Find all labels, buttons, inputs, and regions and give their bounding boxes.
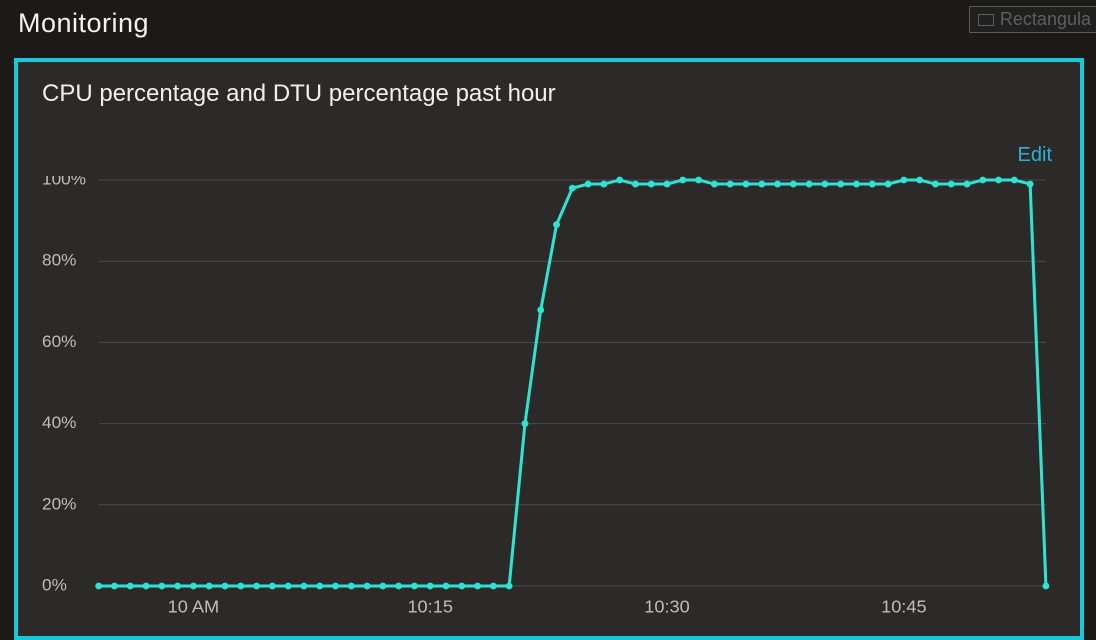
- data-point: [206, 583, 213, 590]
- data-point: [506, 583, 513, 590]
- data-point: [379, 583, 386, 590]
- y-tick-label: 20%: [42, 494, 76, 513]
- data-point: [537, 307, 544, 314]
- data-point: [916, 177, 923, 184]
- data-point: [711, 181, 718, 188]
- data-point: [253, 583, 260, 590]
- data-point: [348, 583, 355, 590]
- data-point: [679, 177, 686, 184]
- data-point: [364, 583, 371, 590]
- data-point: [806, 181, 813, 188]
- data-point: [1027, 181, 1034, 188]
- data-point: [111, 583, 118, 590]
- data-point: [474, 583, 481, 590]
- data-point: [774, 181, 781, 188]
- data-point: [158, 583, 165, 590]
- x-tick-label: 10:30: [644, 597, 690, 617]
- data-point: [837, 181, 844, 188]
- data-point: [237, 583, 244, 590]
- data-point: [695, 177, 702, 184]
- data-point: [632, 181, 639, 188]
- data-point: [427, 583, 434, 590]
- data-point: [743, 181, 750, 188]
- y-tick-label: 0%: [42, 576, 67, 595]
- data-point: [95, 583, 102, 590]
- data-point: [569, 185, 576, 192]
- data-point: [300, 583, 307, 590]
- data-point: [190, 583, 197, 590]
- data-point: [285, 583, 292, 590]
- data-point: [332, 583, 339, 590]
- edit-link[interactable]: Edit: [1018, 144, 1052, 167]
- data-point: [316, 583, 323, 590]
- series-line: [99, 180, 1046, 586]
- data-point: [869, 181, 876, 188]
- data-point: [948, 181, 955, 188]
- data-point: [127, 583, 134, 590]
- data-point: [143, 583, 150, 590]
- data-point: [222, 583, 229, 590]
- data-point: [395, 583, 402, 590]
- data-point: [964, 181, 971, 188]
- data-point: [648, 181, 655, 188]
- y-tick-label: 60%: [42, 332, 76, 351]
- rectangle-icon: [978, 14, 994, 26]
- monitoring-tile[interactable]: CPU percentage and DTU percentage past h…: [14, 58, 1084, 640]
- x-tick-label: 10 AM: [168, 597, 220, 617]
- data-point: [458, 583, 465, 590]
- data-point: [616, 177, 623, 184]
- data-point: [790, 181, 797, 188]
- data-point: [664, 181, 671, 188]
- data-point: [853, 181, 860, 188]
- data-point: [1011, 177, 1018, 184]
- page-title: Monitoring: [18, 8, 149, 39]
- data-point: [758, 181, 765, 188]
- data-point: [821, 181, 828, 188]
- data-point: [490, 583, 497, 590]
- data-point: [600, 181, 607, 188]
- data-point: [995, 177, 1002, 184]
- data-point: [885, 181, 892, 188]
- y-tick-label: 100%: [42, 176, 86, 188]
- y-tick-label: 40%: [42, 413, 76, 432]
- data-point: [727, 181, 734, 188]
- y-tick-label: 80%: [42, 251, 76, 270]
- data-point: [443, 583, 450, 590]
- data-point: [1042, 583, 1049, 590]
- chart-cpu-dtu[interactable]: 0% 20% 40% 60% 80% 100% 10 AM 10:15 10:30 10:45: [40, 176, 1052, 636]
- snip-mode-label: Rectangula: [1000, 9, 1091, 30]
- data-point: [900, 177, 907, 184]
- data-point: [522, 420, 529, 427]
- data-point: [585, 181, 592, 188]
- data-point: [269, 583, 276, 590]
- tile-title: CPU percentage and DTU percentage past h…: [42, 80, 556, 108]
- data-point: [174, 583, 181, 590]
- data-point: [932, 181, 939, 188]
- data-point: [979, 177, 986, 184]
- data-point: [411, 583, 418, 590]
- snip-mode-indicator: Rectangula: [969, 6, 1096, 33]
- x-tick-label: 10:45: [881, 597, 927, 617]
- x-tick-label: 10:15: [407, 597, 453, 617]
- data-point: [553, 221, 560, 228]
